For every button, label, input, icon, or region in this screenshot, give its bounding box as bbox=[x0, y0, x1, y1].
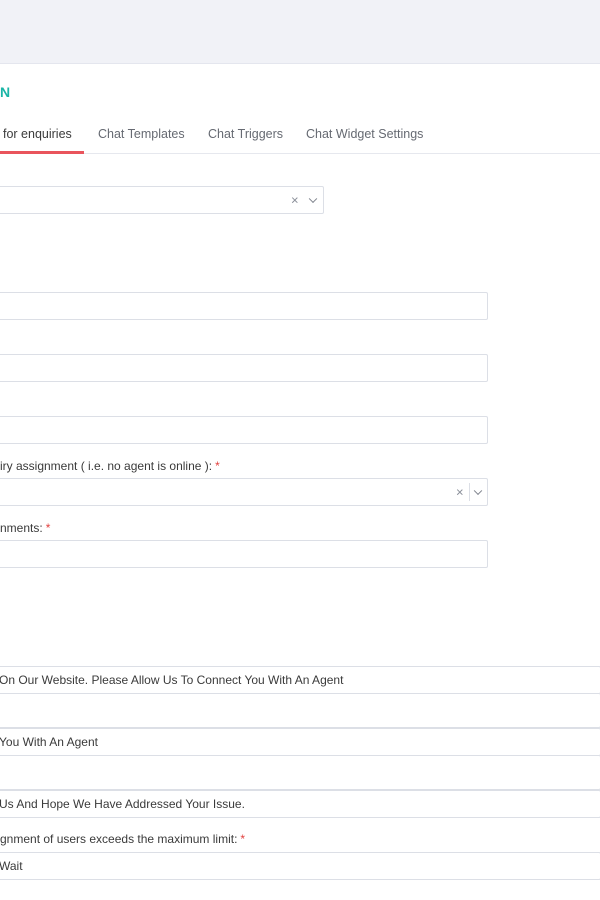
active-tab-indicator bbox=[0, 151, 84, 154]
text-input-2[interactable] bbox=[0, 354, 488, 382]
limit-label-text: gnment of users exceeds the maximum limi… bbox=[0, 832, 238, 846]
comments-label-text: nments: bbox=[0, 521, 43, 535]
top-bar bbox=[0, 0, 600, 64]
required-marker: * bbox=[240, 832, 246, 846]
tab-chat-triggers[interactable]: Chat Triggers bbox=[208, 127, 283, 141]
thanks-message-value: Us And Hope We Have Addressed Your Issue… bbox=[0, 797, 245, 811]
text-input-1[interactable] bbox=[0, 292, 488, 320]
top-select[interactable]: × bbox=[0, 186, 324, 214]
unassigned-label: iry assignment ( i.e. no agent is online… bbox=[0, 459, 220, 473]
tab-bar: for enquiries Chat Templates Chat Trigge… bbox=[0, 117, 600, 154]
wait-message-value: Wait bbox=[0, 859, 23, 873]
text-input-3[interactable] bbox=[0, 416, 488, 444]
chevron-down-icon[interactable] bbox=[308, 194, 318, 204]
required-marker: * bbox=[215, 459, 220, 473]
connect-message-input[interactable]: You With An Agent bbox=[0, 728, 600, 756]
required-marker: * bbox=[45, 521, 51, 535]
message-input-empty-2[interactable] bbox=[0, 756, 600, 790]
tab-enquiries[interactable]: for enquiries bbox=[3, 127, 72, 141]
welcome-message-value: On Our Website. Please Allow Us To Conne… bbox=[0, 673, 344, 687]
unassigned-select[interactable]: × bbox=[0, 478, 488, 506]
clear-icon[interactable]: × bbox=[291, 194, 299, 207]
wait-message-input[interactable]: Wait bbox=[0, 852, 600, 880]
connect-message-value: You With An Agent bbox=[0, 735, 98, 749]
tab-chat-templates[interactable]: Chat Templates bbox=[98, 127, 185, 141]
welcome-message-input[interactable]: On Our Website. Please Allow Us To Conne… bbox=[0, 666, 600, 694]
limit-label: gnment of users exceeds the maximum limi… bbox=[0, 832, 245, 846]
chevron-down-icon[interactable] bbox=[473, 486, 483, 496]
comments-label: nments: * bbox=[0, 521, 50, 535]
thanks-message-input[interactable]: Us And Hope We Have Addressed Your Issue… bbox=[0, 790, 600, 818]
tab-chat-widget-settings[interactable]: Chat Widget Settings bbox=[306, 127, 423, 141]
comments-input[interactable] bbox=[0, 540, 488, 568]
unassigned-label-text: iry assignment ( i.e. no agent is online… bbox=[0, 459, 213, 473]
select-separator bbox=[469, 483, 470, 501]
message-input-empty-1[interactable] bbox=[0, 694, 600, 728]
page-title: N bbox=[0, 84, 11, 100]
clear-icon[interactable]: × bbox=[456, 486, 464, 499]
